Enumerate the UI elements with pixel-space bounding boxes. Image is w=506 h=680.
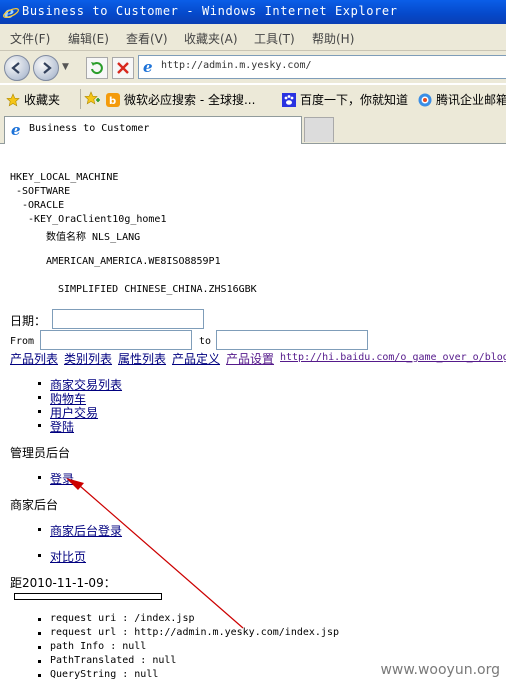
watermark: www.wooyun.org [380,662,500,678]
annotation-arrow [66,478,244,629]
